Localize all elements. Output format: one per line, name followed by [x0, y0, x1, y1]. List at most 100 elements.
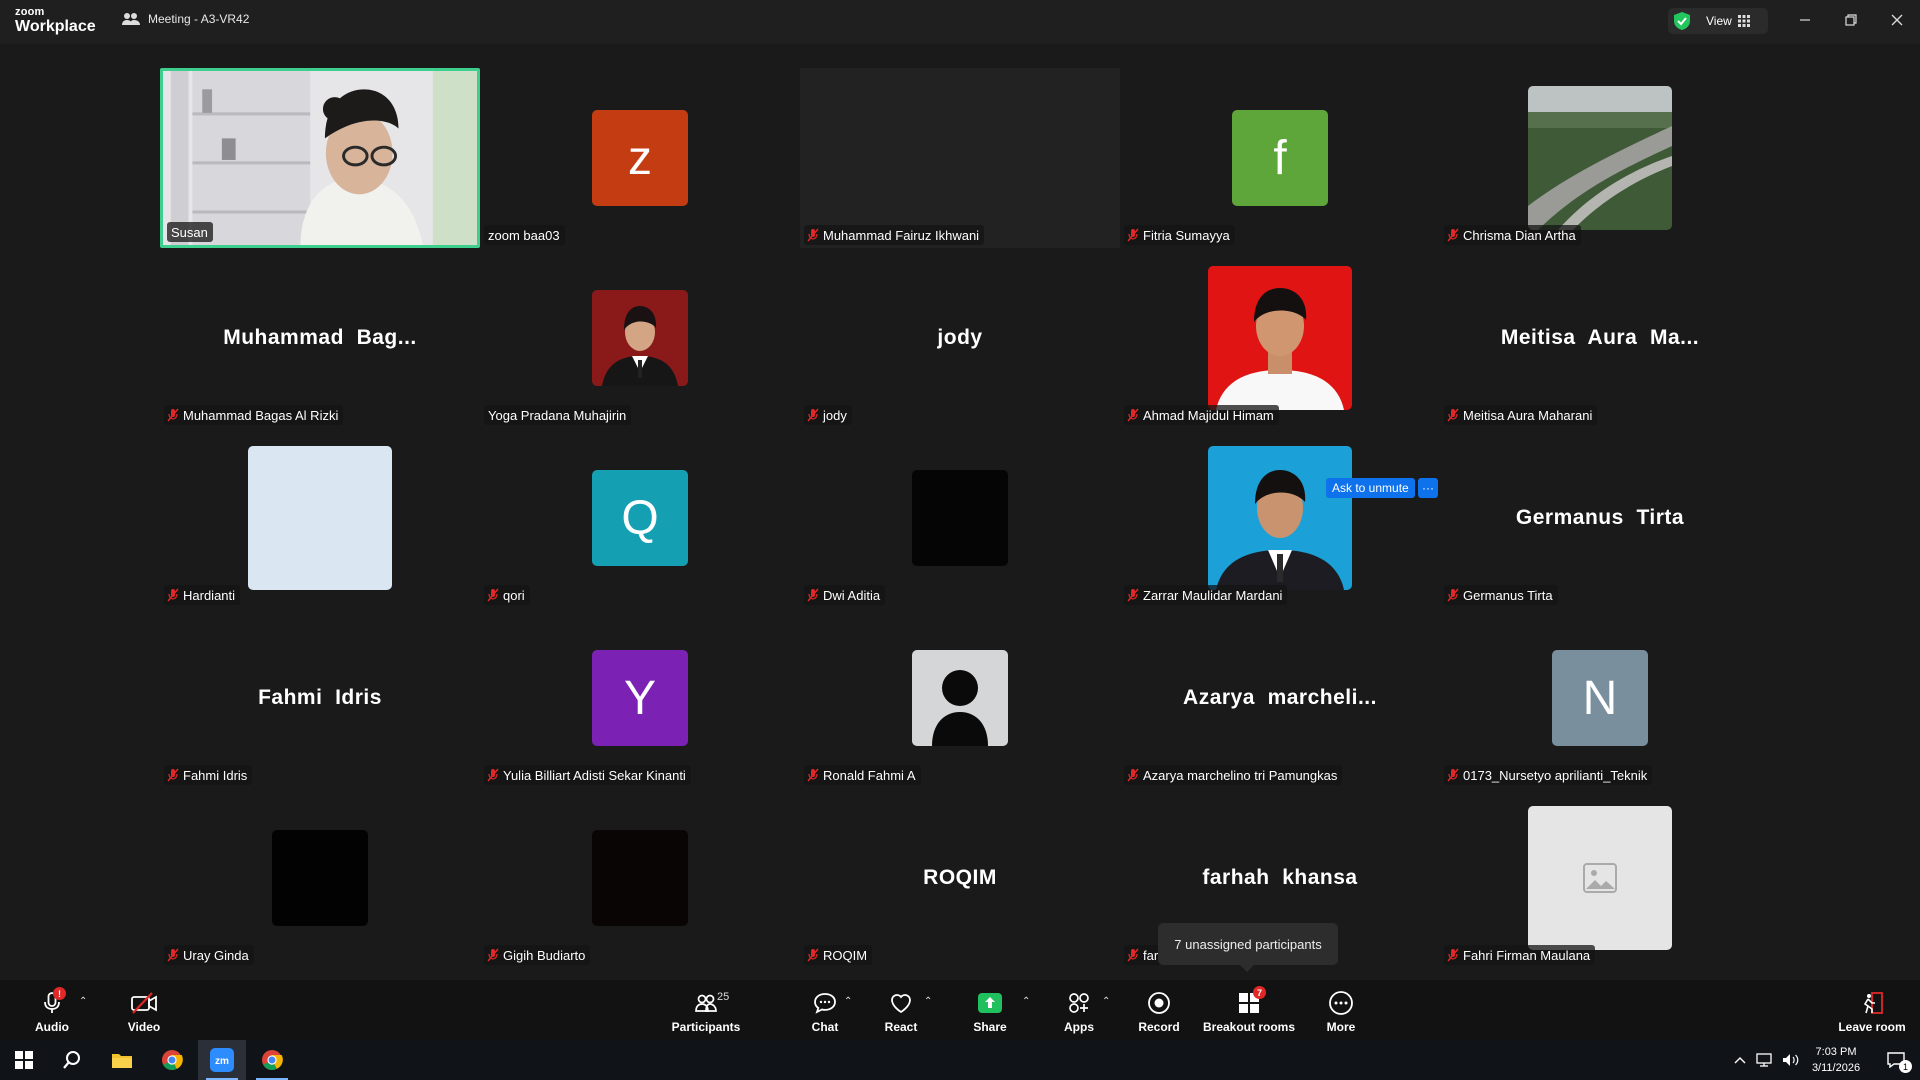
participants-count: 25 — [717, 991, 730, 1003]
grid-icon — [1737, 15, 1750, 27]
heart-icon — [891, 994, 911, 1014]
participant-name-tag: ROQIM — [804, 945, 873, 965]
participant-tile[interactable]: Q qori — [480, 428, 800, 608]
participant-tile[interactable]: Gigih Budiarto — [480, 788, 800, 968]
participant-name: qori — [503, 587, 525, 603]
minimize-button[interactable] — [1790, 8, 1820, 32]
participants-icon — [695, 994, 717, 1012]
search-icon — [63, 1051, 80, 1069]
search-button[interactable] — [48, 1040, 96, 1080]
participants-button[interactable]: 25 Participants — [668, 984, 744, 1036]
participant-tile[interactable]: z zoom baa03 — [480, 68, 800, 248]
image-placeholder-icon — [1583, 863, 1617, 893]
participant-tile[interactable]: Chrisma Dian Artha — [1440, 68, 1760, 248]
meeting-toolbar: ! Audio ⌃ Video 25 Participants Chat ⌃ R… — [0, 980, 1920, 1040]
chat-button[interactable]: Chat — [800, 984, 850, 1036]
participants-label: Participants — [671, 1020, 741, 1034]
folder-icon — [112, 1054, 132, 1068]
participant-tile[interactable]: Zarrar Maulidar Mardani — [1120, 428, 1440, 608]
participant-tile[interactable]: Ahmad Majidul Himam — [1120, 248, 1440, 428]
react-button[interactable]: React — [876, 984, 926, 1036]
muted-mic-icon — [167, 948, 179, 962]
meeting-title[interactable]: Meeting - A3-VR42 — [122, 12, 249, 26]
chrome-window-taskbar-item[interactable] — [248, 1040, 296, 1080]
participant-tile[interactable]: Fahri Firman Maulana — [1440, 788, 1760, 968]
participant-tile[interactable]: Muhammad Bag... Muhammad Bagas Al Rizki — [160, 248, 480, 428]
volume-icon[interactable] — [1782, 1053, 1800, 1067]
react-options-caret[interactable]: ⌃ — [924, 996, 932, 1007]
apps-button[interactable]: Apps — [1054, 984, 1104, 1036]
participant-name-tag: Chrisma Dian Artha — [1444, 225, 1581, 245]
view-button[interactable]: View — [1668, 8, 1768, 34]
participant-name-tag: Muhammad Fairuz Ikhwani — [804, 225, 985, 245]
muted-mic-icon — [167, 588, 179, 602]
participant-tile[interactable]: Azarya marcheli... Azarya marchelino tri… — [1120, 608, 1440, 788]
participant-name-tag: Meitisa Aura Maharani — [1444, 405, 1598, 425]
breakout-rooms-button[interactable]: 7 Breakout rooms — [1203, 984, 1295, 1036]
participant-tile[interactable]: N 0173_Nursetyo aprilianti_Teknik — [1440, 608, 1760, 788]
letter-avatar: Q — [592, 470, 688, 566]
participant-tile[interactable]: Fahmi Idris Fahmi Idris — [160, 608, 480, 788]
audio-options-caret[interactable]: ⌃ — [79, 996, 87, 1007]
muted-mic-icon — [807, 588, 819, 602]
participant-name: Fahmi Idris — [183, 767, 248, 783]
windows-taskbar: zm 7:03 PM 3/11/2026 1 — [0, 1040, 1920, 1080]
zoom-taskbar-item[interactable]: zm — [198, 1040, 246, 1080]
chrome-taskbar-item[interactable] — [148, 1040, 196, 1080]
apps-options-caret[interactable]: ⌃ — [1102, 996, 1110, 1007]
participant-name: Muhammad Bagas Al Rizki — [183, 407, 339, 423]
participant-name: Fahri Firman Maulana — [1463, 947, 1591, 963]
video-button[interactable]: Video — [120, 984, 168, 1036]
tile-more-options-button[interactable]: ··· — [1418, 478, 1438, 498]
file-explorer-taskbar-item[interactable] — [98, 1040, 146, 1080]
participant-tile[interactable]: Yoga Pradana Muhajirin — [480, 248, 800, 428]
audio-alert-badge: ! — [53, 987, 66, 1000]
muted-mic-icon — [167, 768, 179, 782]
participant-tile[interactable]: Germanus Tirta Germanus Tirta — [1440, 428, 1760, 608]
image-placeholder — [1528, 806, 1672, 950]
participant-tile[interactable]: Ronald Fahmi A — [800, 608, 1120, 788]
start-button[interactable] — [0, 1040, 48, 1080]
restore-button[interactable] — [1836, 8, 1866, 32]
muted-mic-icon — [807, 228, 819, 242]
participant-name: Muhammad Fairuz Ikhwani — [823, 227, 980, 243]
chat-options-caret[interactable]: ⌃ — [844, 996, 852, 1007]
network-icon[interactable] — [1756, 1053, 1772, 1067]
participant-tile[interactable]: Uray Ginda — [160, 788, 480, 968]
participant-name-tag: Yoga Pradana Muhajirin — [484, 405, 632, 425]
taskbar-clock[interactable]: 7:03 PM 3/11/2026 — [1800, 1044, 1872, 1076]
participant-tile[interactable]: jody jody — [800, 248, 1120, 428]
participant-tile[interactable]: Dwi Aditia — [800, 428, 1120, 608]
show-hidden-icons-icon[interactable] — [1734, 1055, 1746, 1065]
participant-tile[interactable]: Meitisa Aura Ma... Meitisa Aura Maharani — [1440, 248, 1760, 428]
participant-tile[interactable]: f Fitria Sumayya — [1120, 68, 1440, 248]
share-button[interactable]: Share — [966, 984, 1014, 1036]
windows-logo-icon — [15, 1051, 33, 1069]
participant-tile[interactable]: Y Yulia Billiart Adisti Sekar Kinanti — [480, 608, 800, 788]
share-options-caret[interactable]: ⌃ — [1022, 996, 1030, 1007]
participant-name-tag: Fahmi Idris — [164, 765, 253, 785]
close-button[interactable] — [1882, 8, 1912, 32]
more-button[interactable]: More — [1316, 984, 1366, 1036]
muted-mic-icon — [1447, 588, 1459, 602]
participant-tile[interactable]: Hardianti — [160, 428, 480, 608]
participant-name: zoom baa03 — [488, 227, 560, 243]
notification-center-button[interactable]: 1 — [1876, 1040, 1916, 1080]
leave-room-button[interactable]: Leave room — [1836, 984, 1908, 1036]
participant-name-tag: Hardianti — [164, 585, 241, 605]
participant-tile[interactable]: Muhammad Fairuz Ikhwani — [800, 68, 1120, 248]
chrome-icon — [262, 1050, 283, 1071]
participant-tile[interactable]: ROQIM ROQIM — [800, 788, 1120, 968]
participant-tile[interactable]: Susan — [160, 68, 480, 248]
apps-icon — [1069, 993, 1089, 1013]
participant-name: Uray Ginda — [183, 947, 249, 963]
participant-name: Meitisa Aura Maharani — [1463, 407, 1593, 423]
participant-display-name: Azarya marcheli... — [1183, 686, 1377, 709]
ask-to-unmute-button[interactable]: Ask to unmute — [1326, 478, 1415, 498]
muted-mic-icon — [1127, 948, 1139, 962]
participant-display-name: ROQIM — [923, 866, 997, 889]
profile-photo — [912, 470, 1008, 566]
more-label: More — [1326, 1020, 1356, 1034]
audio-button[interactable]: ! Audio — [28, 984, 76, 1036]
record-button[interactable]: Record — [1134, 984, 1184, 1036]
